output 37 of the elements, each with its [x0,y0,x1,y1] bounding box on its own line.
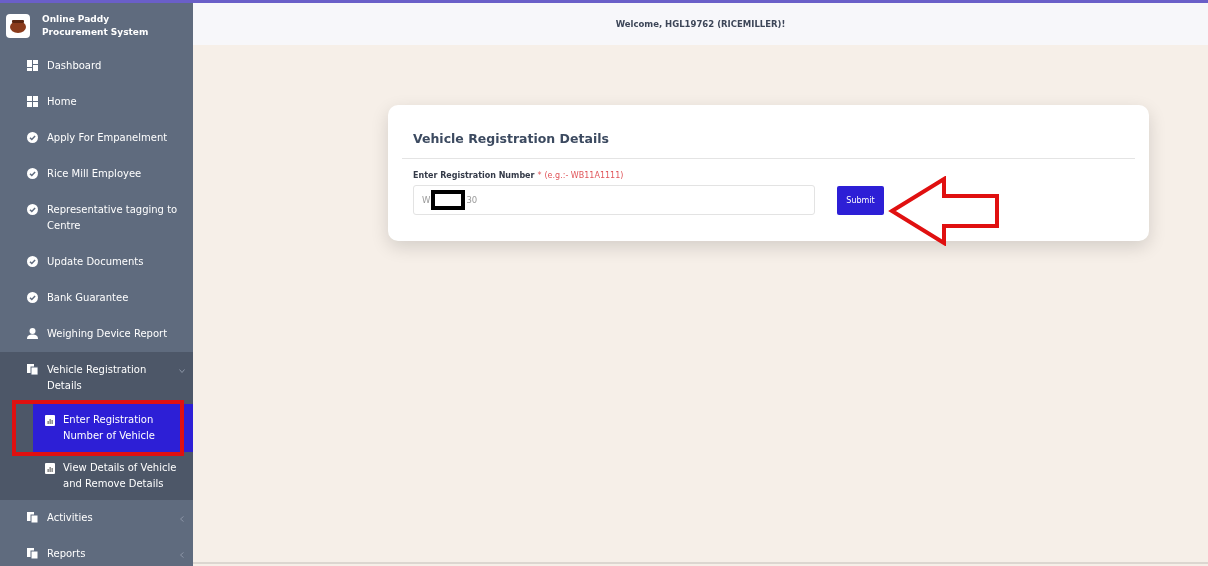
sidebar-item[interactable]: Activities [0,500,193,536]
check-circle-icon [27,168,38,179]
check-circle-icon [27,132,38,143]
sidebar-subitem[interactable]: Enter Registration Number of Vehicle [33,404,193,452]
sidebar-item[interactable]: Vehicle Registration Details [0,352,193,404]
registration-input-field[interactable]: W 30 [413,185,815,215]
sidebar-item[interactable]: Representative tagging to Centre [0,192,193,244]
sidebar-item[interactable]: Rice Mill Employee [0,156,193,192]
sidebar-item[interactable]: Weighing Device Report [0,316,193,352]
copy-icon [27,512,38,523]
check-circle-icon [27,256,38,267]
sidebar-item[interactable]: Dashboard [0,48,193,84]
submit-button[interactable]: Submit [837,185,884,215]
document-chart-icon [45,463,55,474]
check-circle-icon [27,292,38,303]
sidebar-subitem[interactable]: View Details of Vehicle and Remove Details [33,452,193,500]
document-chart-icon [45,415,55,426]
card-title: Vehicle Registration Details [402,131,1135,159]
copy-icon [27,364,38,375]
copy-icon [27,548,38,559]
dashboard-icon [27,60,38,71]
sidebar-item[interactable]: Apply For Empanelment [0,120,193,156]
app-title: Online Paddy Procurement System [42,12,150,39]
format-hint: (e.g.:- WB11A1111) [544,171,624,180]
person-icon [27,328,38,339]
sidebar-item[interactable]: Home [0,84,193,120]
sidebar-item[interactable]: Update Documents [0,244,193,280]
redaction-block [431,190,466,210]
sidebar-item[interactable]: Reports [0,536,193,566]
field-label: Enter Registration Number [413,171,535,180]
check-circle-icon [27,204,38,215]
arrow-annotation-icon [888,176,1000,246]
sidebar-item[interactable]: Bank Guarantee [0,280,193,316]
welcome-text: Welcome, HGL19762 (RICEMILLER)! [615,19,786,29]
required-mark: * [537,171,542,180]
grid-icon [27,96,38,107]
pot-logo-icon [6,13,30,38]
